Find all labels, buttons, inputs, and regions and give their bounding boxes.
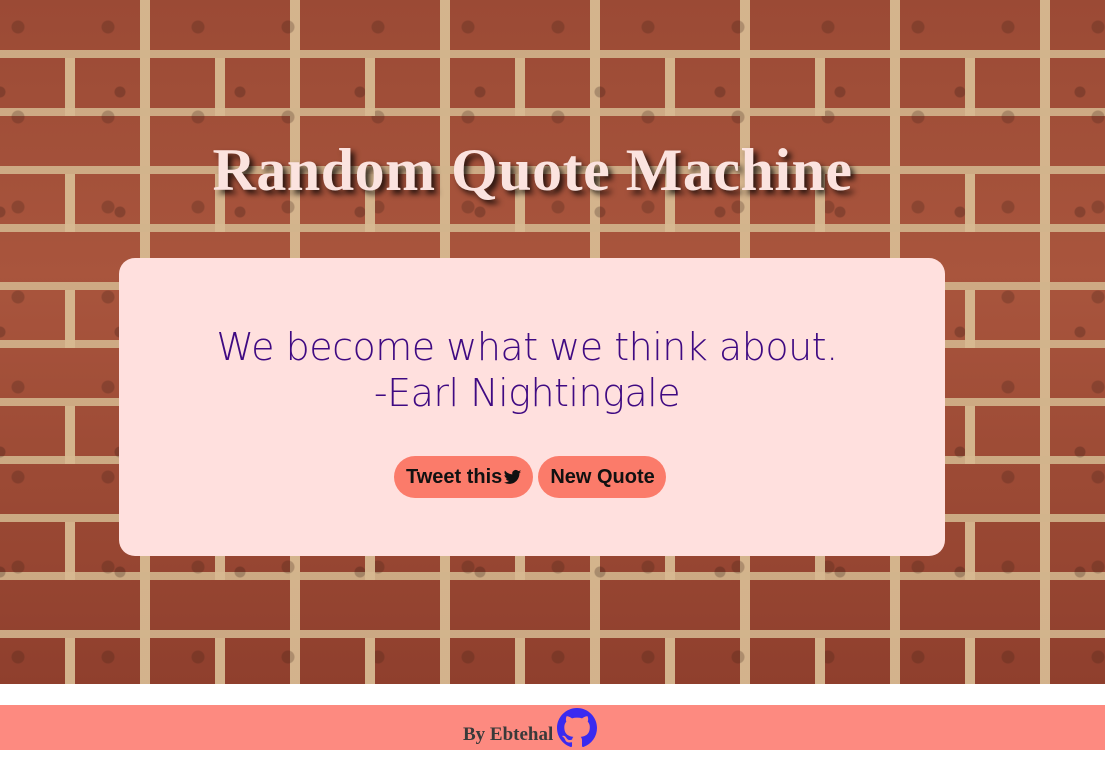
new-quote-button[interactable]: New Quote [538, 456, 666, 498]
brick-background: Random Quote Machine We become what we t… [0, 0, 1105, 684]
footer-credit: By Ebtehal [463, 708, 598, 748]
twitter-icon [504, 469, 522, 484]
github-icon[interactable] [557, 708, 598, 748]
quote-block: We become what we think about. -Earl Nig… [119, 324, 935, 416]
tweet-button-label: Tweet this [406, 465, 503, 488]
quote-card: We become what we think about. -Earl Nig… [119, 258, 945, 556]
footer-credit-text: By Ebtehal [463, 724, 554, 745]
quote-author: -Earl Nightingale [373, 371, 681, 415]
footer: By Ebtehal [0, 705, 1105, 750]
quote-actions: Tweet this New Quote [394, 456, 666, 498]
new-quote-button-label: New Quote [550, 465, 655, 488]
page-title: Random Quote Machine [212, 137, 853, 203]
quote-text: We become what we think about. [216, 325, 838, 369]
tweet-button[interactable]: Tweet this [394, 456, 534, 498]
